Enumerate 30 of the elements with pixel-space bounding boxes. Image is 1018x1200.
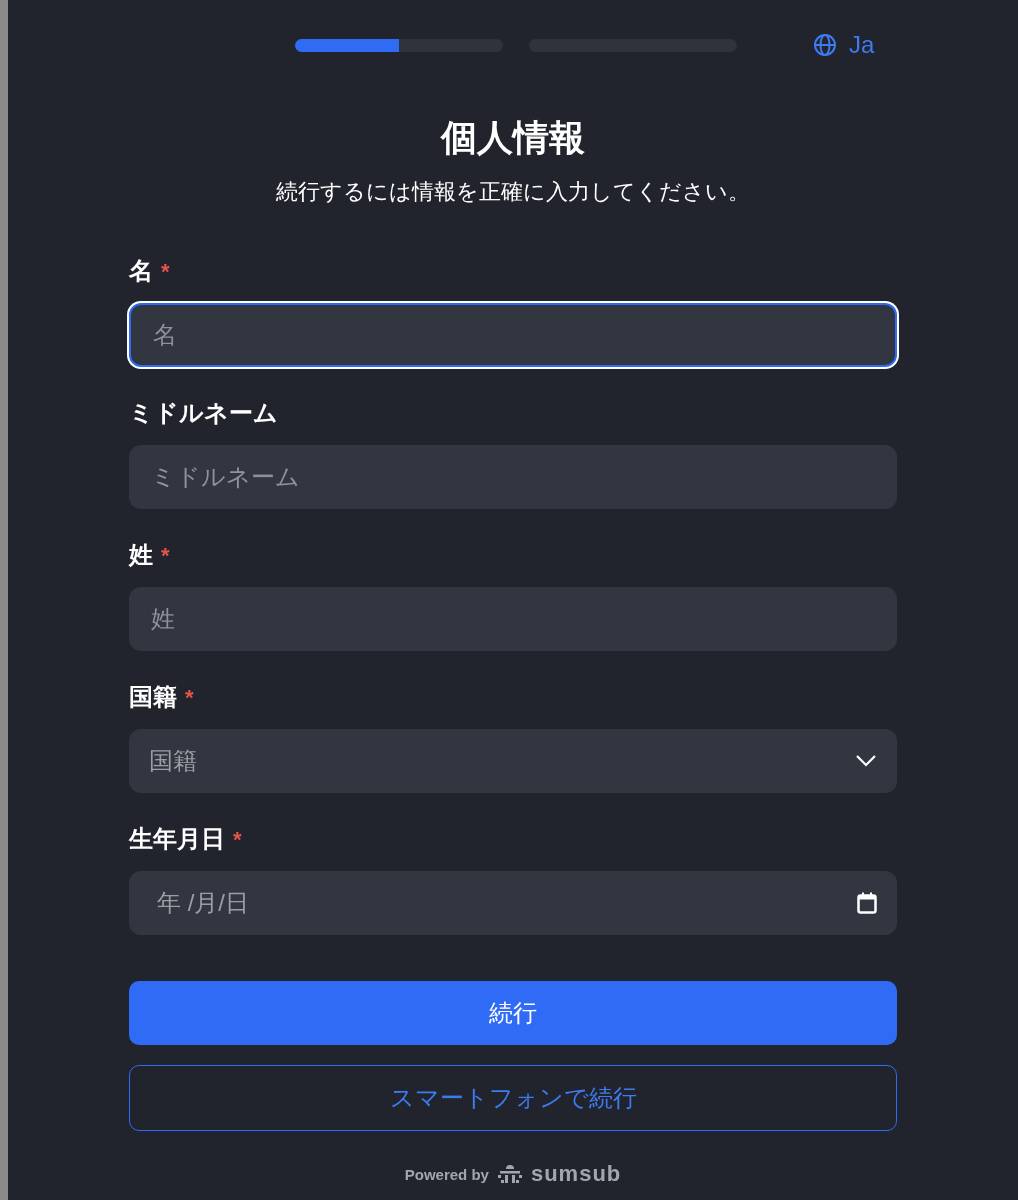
- logo-icon: [496, 1164, 523, 1184]
- text-input[interactable]: ミドルネーム: [149, 462, 877, 492]
- field-label: ミドルネーム: [129, 398, 278, 428]
- field-label: 名: [129, 256, 153, 286]
- brand-name: sumsub: [530, 1161, 622, 1187]
- field-label: 姓: [129, 540, 153, 570]
- powered-by-text: Powered by: [404, 1165, 489, 1183]
- globe-icon: [813, 33, 837, 57]
- language-button[interactable]: Ja: [813, 31, 875, 59]
- text-input[interactable]: 姓: [149, 604, 877, 634]
- subtitle: 続行するには情報を正確に入力してください。: [275, 178, 751, 206]
- page-title: 個人情報: [439, 116, 586, 160]
- text-field[interactable]: 姓: [129, 587, 897, 651]
- required-mark: *: [161, 543, 170, 569]
- continue-button[interactable]: 続行: [129, 981, 897, 1045]
- field-label: 国籍: [129, 682, 177, 712]
- text-field[interactable]: ミドルネーム: [129, 445, 897, 509]
- date-field[interactable]: 年 /月/日: [129, 871, 897, 935]
- chevron-down-icon: [855, 754, 877, 768]
- select-field[interactable]: 国籍: [129, 729, 897, 793]
- required-mark: *: [233, 827, 242, 853]
- required-mark: *: [161, 259, 170, 285]
- date-placeholder: 年 /月/日: [156, 888, 250, 918]
- text-field[interactable]: 名: [129, 303, 897, 367]
- select-placeholder: 国籍: [149, 746, 198, 776]
- text-input[interactable]: 名: [151, 320, 875, 350]
- phone-continue-button[interactable]: スマートフォンで続行: [129, 1065, 897, 1131]
- field-label: 生年月日: [129, 824, 225, 854]
- calendar-icon[interactable]: [857, 892, 877, 914]
- required-mark: *: [185, 685, 194, 711]
